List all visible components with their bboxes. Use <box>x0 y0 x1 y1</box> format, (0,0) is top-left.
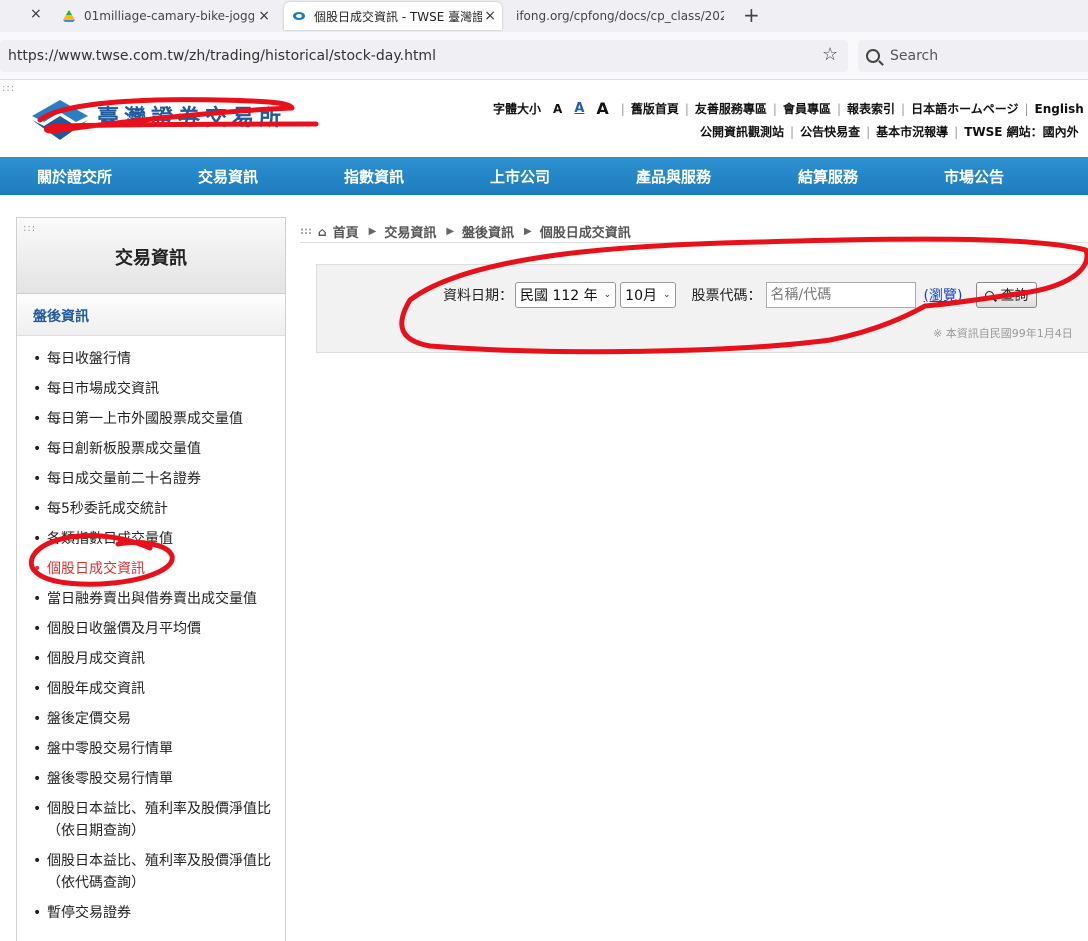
page: × 01milliage-camary-bike-jogging × 個股日成交… <box>0 0 1088 941</box>
close-tab-icon[interactable]: × <box>30 6 42 22</box>
report-index-link[interactable]: 報表索引 <box>847 100 895 117</box>
sidebar-item[interactable]: 當日融券賣出與借券賣出成交量值 <box>31 588 279 610</box>
query-button[interactable]: 查詢 <box>976 282 1038 308</box>
breadcrumb-arrow-icon: ▶ <box>446 226 455 237</box>
new-tab-icon[interactable]: + <box>743 3 760 27</box>
browser-search-field[interactable]: Search <box>858 40 1088 72</box>
month-select[interactable]: 10月 ⌄ <box>620 282 676 308</box>
tab-ifong[interactable]: ifong.org/cpfong/docs/cp_class/202 <box>516 2 726 30</box>
year-value: 民國 112 年 <box>520 288 598 304</box>
tab-title: ifong.org/cpfong/docs/cp_class/202 <box>516 9 724 23</box>
font-size-label: 字體大小 <box>493 102 542 116</box>
nav-listed[interactable]: 上市公司 <box>490 166 550 187</box>
close-tab-icon[interactable]: × <box>484 8 496 24</box>
header-links-bottom: 公開資訊觀測站 | 公告快易查 | 基本市況報導 | TWSE 網站：國內外 <box>700 123 1079 140</box>
sidebar-title: 交易資訊 <box>115 248 187 269</box>
nav-clearing[interactable]: 結算服務 <box>798 166 858 187</box>
sidebar-item[interactable]: 暫停交易證券 <box>31 902 279 924</box>
sidebar-item[interactable]: 個股月成交資訊 <box>31 648 279 670</box>
query-button-label: 查詢 <box>1000 288 1029 304</box>
date-label: 資料日期： <box>443 288 513 304</box>
browser-tab-bar: × 01milliage-camary-bike-jogging × 個股日成交… <box>0 0 1088 32</box>
market-report-link[interactable]: 基本市況報導 <box>876 123 948 140</box>
sidebar-item[interactable]: 每日創新板股票成交量值 <box>31 438 279 460</box>
tab-twse[interactable]: 個股日成交資訊 - TWSE 臺灣證券 × <box>284 2 502 30</box>
sidebar-item-current[interactable]: 個股日成交資訊 <box>31 558 279 580</box>
grip-dots-icon: ::: <box>2 83 16 94</box>
url-text: https://www.twse.com.tw/zh/trading/histo… <box>8 48 436 64</box>
sidebar-header: ::: 交易資訊 <box>17 218 285 294</box>
browser-toolbar: https://www.twse.com.tw/zh/trading/histo… <box>0 32 1088 80</box>
sidebar-item[interactable]: 盤後定價交易 <box>31 708 279 730</box>
font-size-medium-button[interactable]: A <box>574 101 584 116</box>
sidebar-item[interactable]: 盤中零股交易行情單 <box>31 738 279 760</box>
twse-favicon-icon <box>293 12 305 20</box>
url-field[interactable]: https://www.twse.com.tw/zh/trading/histo… <box>0 40 848 72</box>
tab-title: 個股日成交資訊 - TWSE 臺灣證券 <box>314 9 482 24</box>
breadcrumb-current: 個股日成交資訊 <box>539 226 631 241</box>
font-size-large-button[interactable]: A <box>596 99 608 118</box>
month-value: 10月 <box>625 288 657 304</box>
breadcrumb-after-hours[interactable]: 盤後資訊 <box>462 222 514 241</box>
announcement-link[interactable]: 公告快易查 <box>800 123 860 140</box>
twse-sites-link[interactable]: TWSE 網站：國內外 <box>964 123 1078 140</box>
breadcrumb-arrow-icon: ▶ <box>524 226 532 237</box>
nav-index[interactable]: 指數資訊 <box>344 166 404 187</box>
nav-announcements[interactable]: 市場公告 <box>944 166 1004 187</box>
data-note: ※ 本資訊自民國99年1月4日 <box>933 327 1073 340</box>
breadcrumb: ::: ⌂ 首頁 ▶ 交易資訊 ▶ 盤後資訊 ▶ 個股日成交資訊 <box>300 221 1088 243</box>
sidebar-item[interactable]: 各類指數日成交量值 <box>31 528 279 550</box>
mops-link[interactable]: 公開資訊觀測站 <box>700 123 784 140</box>
sidebar-item[interactable]: 每日第一上市外國股票成交量值 <box>31 408 279 430</box>
stock-code-input[interactable] <box>765 282 916 308</box>
sidebar-item[interactable]: 個股日本益比、殖利率及股價淨值比（依代碼查詢） <box>31 850 279 894</box>
chevron-down-icon: ⌄ <box>663 290 671 300</box>
tab-title: 01milliage-camary-bike-jogging <box>84 9 254 23</box>
twse-logo-icon[interactable] <box>30 98 90 142</box>
nav-about[interactable]: 關於證交所 <box>37 166 112 187</box>
grip-dots-icon: ::: <box>300 226 312 237</box>
sidebar-list: 每日收盤行情 每日市場成交資訊 每日第一上市外國股票成交量值 每日創新板股票成交… <box>17 336 285 924</box>
breadcrumb-arrow-icon: ▶ <box>368 226 377 237</box>
sidebar-item[interactable]: 個股年成交資訊 <box>31 678 279 700</box>
sidebar-item[interactable]: 每日成交量前二十名證券 <box>31 468 279 490</box>
accessibility-link[interactable]: 友善服務專區 <box>695 100 767 117</box>
bookmark-star-icon[interactable]: ☆ <box>822 44 838 65</box>
query-panel: 資料日期： 民國 112 年 ⌄ 10月 ⌄ 股票代碼： (瀏覽) 查詢 ※ 本… <box>316 264 1088 353</box>
sidebar-item[interactable]: 個股日本益比、殖利率及股價淨值比（依日期查詢） <box>31 798 279 842</box>
header-links-top: 字體大小 A A A | 舊版首頁 | 友善服務專區 | 會員專區 | 報表索引… <box>493 99 1084 118</box>
old-homepage-link[interactable]: 舊版首頁 <box>631 100 679 117</box>
nav-trading[interactable]: 交易資訊 <box>198 166 258 187</box>
sidebar: ::: 交易資訊 盤後資訊 每日收盤行情 每日市場成交資訊 每日第一上市外國股票… <box>16 217 286 941</box>
nav-products[interactable]: 產品與服務 <box>636 166 711 187</box>
close-tab-icon[interactable]: × <box>258 8 270 24</box>
stock-code-label: 股票代碼： <box>691 288 762 304</box>
main-nav: 關於證交所 交易資訊 指數資訊 上市公司 產品與服務 結算服務 市場公告 <box>0 157 1088 195</box>
sidebar-item[interactable]: 盤後零股交易行情單 <box>31 768 279 790</box>
japanese-link[interactable]: 日本語ホームページ <box>911 100 1018 117</box>
query-row: 資料日期： 民國 112 年 ⌄ 10月 ⌄ 股票代碼： (瀏覽) 查詢 <box>443 282 1038 308</box>
breadcrumb-trading[interactable]: 交易資訊 <box>384 222 436 241</box>
search-placeholder: Search <box>890 48 939 64</box>
tab-drive[interactable]: 01milliage-camary-bike-jogging × <box>62 2 276 30</box>
font-size-small-button[interactable]: A <box>553 102 562 116</box>
search-icon <box>985 290 995 300</box>
english-link[interactable]: English <box>1035 102 1084 116</box>
breadcrumb-home[interactable]: 首頁 <box>333 222 359 241</box>
sidebar-item[interactable]: 個股日收盤價及月平均價 <box>31 618 279 640</box>
site-logo-text[interactable]: 臺灣證券交易所 <box>97 100 286 132</box>
browse-link[interactable]: (瀏覽) <box>924 285 963 305</box>
sidebar-item[interactable]: 每日收盤行情 <box>31 348 279 370</box>
google-drive-icon <box>63 10 75 22</box>
home-icon: ⌂ <box>318 224 327 239</box>
sidebar-item[interactable]: 每日市場成交資訊 <box>31 378 279 400</box>
sidebar-item[interactable]: 每5秒委託成交統計 <box>31 498 279 520</box>
grip-dots-icon: ::: <box>23 223 37 234</box>
search-icon <box>866 49 880 63</box>
sidebar-subtitle[interactable]: 盤後資訊 <box>17 294 285 336</box>
year-select[interactable]: 民國 112 年 ⌄ <box>515 282 617 308</box>
chevron-down-icon: ⌄ <box>603 290 612 300</box>
member-link[interactable]: 會員專區 <box>783 100 831 117</box>
